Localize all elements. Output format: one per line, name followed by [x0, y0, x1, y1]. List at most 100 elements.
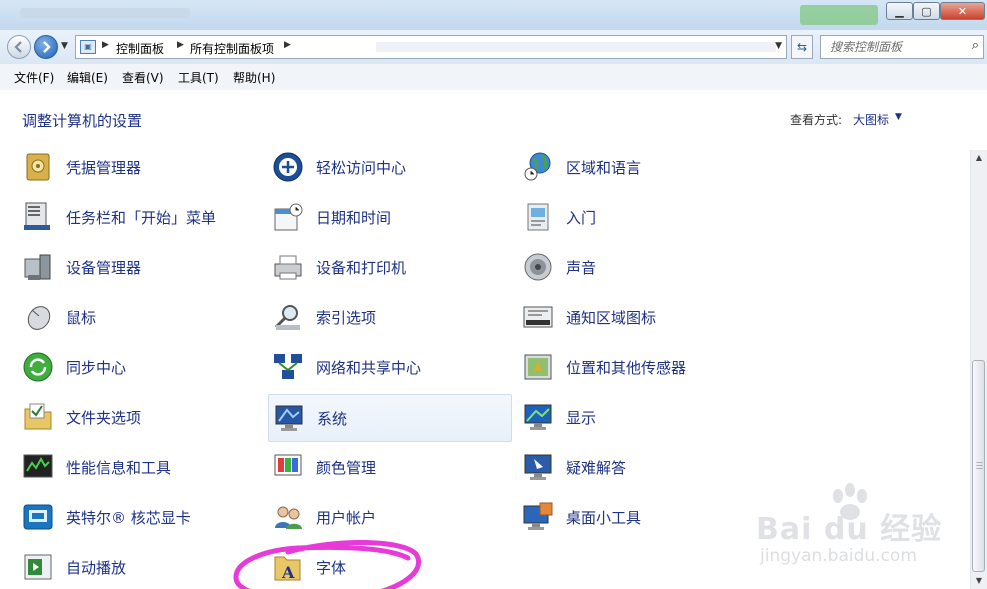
search-input[interactable]	[821, 36, 970, 58]
watermark-text: Bai du 经验	[756, 512, 943, 547]
chevron-right-icon[interactable]: ▶	[102, 40, 109, 50]
item-network-sharing[interactable]: 网络和共享中心	[250, 344, 488, 392]
item-label: 显示	[566, 409, 597, 427]
minimize-button[interactable]: ▁	[886, 2, 913, 20]
speaker-icon	[524, 253, 552, 281]
printer-icon	[274, 255, 302, 280]
breadcrumb-all-items[interactable]: 所有控制面板项	[190, 40, 274, 57]
item-devices-printers[interactable]: 设备和打印机	[250, 244, 488, 292]
item-label: 凭据管理器	[66, 159, 142, 177]
item-troubleshooting[interactable]: 疑难解答	[500, 444, 738, 492]
vault-icon	[26, 153, 50, 181]
device-manager-icon	[24, 254, 51, 280]
intel-graphics-icon	[23, 504, 53, 530]
item-ease-of-access[interactable]: 轻松访问中心	[250, 150, 488, 192]
item-color-management[interactable]: 颜色管理	[250, 444, 488, 492]
address-dropdown[interactable]: ▼	[775, 41, 782, 51]
item-display[interactable]: 显示	[500, 394, 738, 442]
item-device-manager[interactable]: 设备管理器	[0, 244, 238, 292]
item-label: 设备和打印机	[316, 259, 407, 277]
item-label: 设备管理器	[66, 259, 142, 277]
item-label: 疑难解答	[566, 459, 627, 477]
item-desktop-gadgets[interactable]: 桌面小工具	[500, 494, 738, 542]
refresh-icon: ⇆	[796, 40, 808, 54]
scroll-thumb[interactable]: — — —	[972, 360, 985, 572]
chevron-right-icon[interactable]: ▶	[284, 40, 291, 50]
taskbar-icon	[24, 202, 50, 230]
item-fonts[interactable]: A 字体	[250, 544, 488, 589]
item-location-sensors[interactable]: 位置和其他传感器	[500, 344, 738, 392]
control-panel-icon: ▣	[80, 40, 96, 54]
window-title-blurred	[20, 8, 190, 18]
item-intel-graphics[interactable]: 英特尔® 核芯显卡	[0, 494, 238, 542]
item-mouse[interactable]: 鼠标	[0, 294, 238, 342]
item-label: 文件夹选项	[66, 409, 142, 427]
scroll-down-button[interactable]: ▼	[971, 573, 987, 589]
search-icon[interactable]: ⌕	[972, 38, 979, 53]
item-folder-options[interactable]: 文件夹选项	[0, 394, 238, 442]
back-button[interactable]	[7, 35, 31, 59]
sync-icon	[23, 352, 53, 382]
item-label: 轻松访问中心	[316, 159, 407, 177]
autoplay-icon	[24, 554, 52, 580]
view-by-selector[interactable]: 大图标	[853, 111, 889, 128]
magnifier-icon	[274, 305, 300, 330]
chevron-down-icon[interactable]: ▼	[895, 112, 902, 122]
content-header: 调整计算机的设置 查看方式: 大图标 ▼	[0, 90, 987, 150]
fonts-folder-icon: A	[274, 556, 301, 582]
navigation-bar: ▼ ▣ ▶ 控制面板 ▶ 所有控制面板项 ▶ ▼ ⇆ ⌕	[0, 30, 987, 64]
item-label: 用户帐户	[316, 509, 377, 527]
item-label: 颜色管理	[316, 459, 377, 477]
menu-tools[interactable]: 工具(T)	[178, 69, 219, 86]
item-label: 网络和共享中心	[316, 359, 422, 377]
recent-pages-dropdown[interactable]: ▼	[61, 41, 68, 51]
search-box[interactable]: ⌕	[820, 35, 984, 59]
notification-area-icon	[523, 306, 553, 328]
item-label: 索引选项	[316, 309, 377, 327]
item-getting-started[interactable]: 入门	[500, 194, 738, 242]
troubleshooting-icon	[524, 454, 552, 480]
item-notification-area-icons[interactable]: 通知区域图标	[500, 294, 738, 342]
item-label: 位置和其他传感器	[566, 359, 687, 377]
vertical-scrollbar[interactable]: ▲ — — — ▼	[970, 150, 987, 589]
item-sync-center[interactable]: 同步中心	[0, 344, 238, 392]
forward-button[interactable]	[34, 35, 58, 59]
item-label: 自动播放	[66, 559, 127, 577]
folder-options-icon	[24, 403, 52, 430]
address-bar[interactable]: ▣ ▶ 控制面板 ▶ 所有控制面板项 ▶ ▼	[75, 35, 787, 59]
item-credential-manager[interactable]: 凭据管理器	[0, 150, 238, 192]
item-label: 任务栏和「开始」菜单	[66, 209, 217, 227]
arrow-left-icon	[14, 41, 22, 53]
color-management-icon	[274, 454, 302, 476]
item-indexing-options[interactable]: 索引选项	[250, 294, 488, 342]
chevron-right-icon[interactable]: ▶	[177, 40, 184, 50]
refresh-button[interactable]: ⇆	[791, 35, 813, 59]
item-performance-info[interactable]: 性能信息和工具	[0, 444, 238, 492]
item-system[interactable]: 系统	[268, 394, 512, 442]
item-label: 日期和时间	[316, 209, 392, 227]
network-icon	[274, 354, 302, 379]
item-label: 入门	[566, 209, 597, 227]
maximize-button[interactable]: ▢	[913, 2, 940, 20]
svg-text:A: A	[281, 563, 295, 582]
close-button[interactable]: ✕	[940, 2, 985, 20]
item-taskbar-start-menu[interactable]: 任务栏和「开始」菜单	[0, 194, 238, 242]
page-title: 调整计算机的设置	[22, 112, 143, 130]
item-date-time[interactable]: 日期和时间	[250, 194, 488, 242]
item-sound[interactable]: 声音	[500, 244, 738, 292]
menu-help[interactable]: 帮助(H)	[233, 69, 275, 86]
ease-of-access-icon	[273, 152, 303, 182]
breadcrumb-control-panel[interactable]: 控制面板	[116, 40, 164, 57]
item-label: 系统	[317, 410, 348, 428]
menu-view[interactable]: 查看(V)	[122, 69, 164, 86]
baidu-watermark: Bai du 经验 jingyan.baidu.com	[756, 482, 941, 572]
arrow-right-icon	[43, 41, 51, 53]
item-region-language[interactable]: 区域和语言	[500, 150, 738, 192]
item-autoplay[interactable]: 自动播放	[0, 544, 238, 589]
scroll-up-button[interactable]: ▲	[971, 150, 987, 166]
performance-monitor-icon	[23, 454, 53, 478]
item-user-accounts[interactable]: 用户帐户	[250, 494, 488, 542]
menu-file[interactable]: 文件(F)	[14, 69, 54, 86]
menu-edit[interactable]: 编辑(E)	[67, 69, 108, 86]
system-icon	[275, 405, 303, 431]
